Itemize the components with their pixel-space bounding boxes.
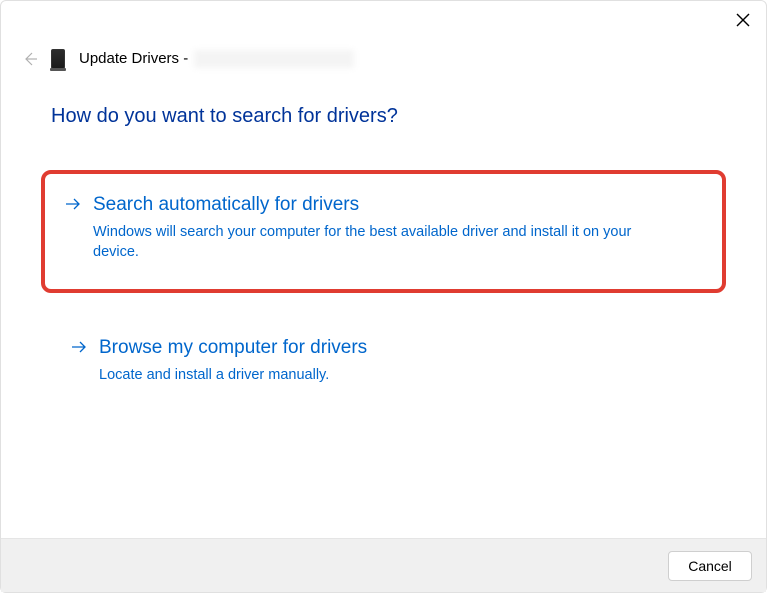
option-title: Browse my computer for drivers (99, 337, 367, 359)
back-arrow-icon (22, 51, 38, 67)
arrow-right-icon (71, 339, 87, 357)
option-description: Locate and install a driver manually. (99, 365, 659, 385)
close-button[interactable] (734, 11, 752, 29)
title-prefix: Update Drivers - (79, 50, 188, 67)
dialog-title: Update Drivers - (79, 50, 354, 68)
update-drivers-dialog: Update Drivers - How do you want to sear… (0, 0, 767, 593)
dialog-footer: Cancel (1, 538, 766, 592)
option-head: Browse my computer for drivers (71, 337, 696, 359)
close-icon (736, 13, 750, 27)
arrow-right-icon (65, 196, 81, 214)
back-button[interactable] (21, 50, 39, 68)
cancel-button[interactable]: Cancel (668, 551, 752, 581)
option-title: Search automatically for drivers (93, 194, 359, 216)
content-area: How do you want to search for drivers? S… (1, 75, 766, 538)
device-icon (51, 49, 65, 69)
option-search-automatically[interactable]: Search automatically for drivers Windows… (41, 170, 726, 293)
option-head: Search automatically for drivers (65, 194, 702, 216)
device-name-redacted (194, 50, 354, 68)
option-description: Windows will search your computer for th… (93, 222, 653, 263)
option-browse-computer[interactable]: Browse my computer for drivers Locate an… (51, 321, 716, 407)
titlebar (1, 1, 766, 37)
question-heading: How do you want to search for drivers? (51, 105, 716, 128)
header-row: Update Drivers - (1, 37, 766, 75)
